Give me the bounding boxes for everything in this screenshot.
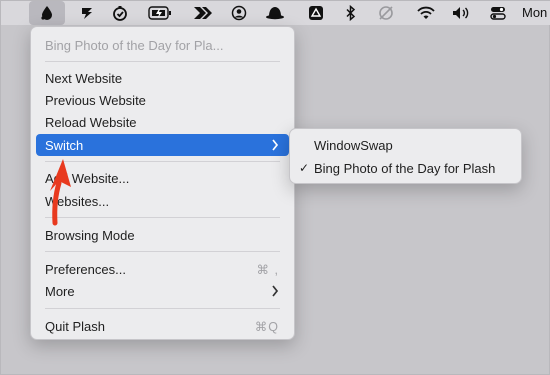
screen: Mon Bing Photo of the Day for Pla... Nex… <box>0 0 550 375</box>
menu-bar: Mon <box>1 1 550 25</box>
switch-submenu: WindowSwap ✓ Bing Photo of the Day for P… <box>289 128 522 184</box>
previous-website-label: Previous Website <box>45 92 146 108</box>
bowler-hat-icon[interactable] <box>264 3 286 23</box>
menu-separator <box>45 61 280 62</box>
next-website-label: Next Website <box>45 70 123 86</box>
submenu-item-windowswap[interactable]: WindowSwap <box>295 134 516 156</box>
submenu-item-bing-photo[interactable]: ✓ Bing Photo of the Day for Plash <box>295 157 516 179</box>
current-website-header: Bing Photo of the Day for Pla... <box>36 34 289 56</box>
reload-website-label: Reload Website <box>45 114 137 130</box>
quit-shortcut: ⌘Q <box>254 319 279 334</box>
chevron-right-icon <box>272 139 279 151</box>
wifi-icon[interactable] <box>415 3 437 23</box>
plash-drop-icon[interactable] <box>37 3 57 23</box>
menu-separator <box>45 308 280 309</box>
current-website-label: Bing Photo of the Day for Pla... <box>45 37 224 53</box>
preferences-label: Preferences... <box>45 261 126 277</box>
stopwatch-check-icon[interactable] <box>110 3 130 23</box>
checkmark-icon: ✓ <box>298 161 309 175</box>
next-website-item[interactable]: Next Website <box>36 67 289 89</box>
disabled-sync-icon[interactable] <box>376 3 396 23</box>
quit-plash-item[interactable]: Quit Plash ⌘Q <box>36 315 289 337</box>
user-circle-icon[interactable] <box>229 3 249 23</box>
more-label: More <box>45 283 75 299</box>
drive-triangle-icon[interactable] <box>306 3 326 23</box>
chevron-right-icon <box>272 285 279 297</box>
reload-website-item[interactable]: Reload Website <box>36 111 289 133</box>
volume-icon[interactable] <box>451 3 473 23</box>
menubar-clock[interactable]: Mon <box>522 5 547 20</box>
submenu-item-label: Bing Photo of the Day for Plash <box>314 160 496 176</box>
annotation-arrow-icon <box>50 159 71 226</box>
preferences-shortcut: ⌘ , <box>256 262 279 277</box>
battery-plug-icon[interactable] <box>147 3 173 23</box>
bluetooth-icon[interactable] <box>341 3 361 23</box>
submenu-item-label: WindowSwap <box>314 137 393 153</box>
more-item[interactable]: More <box>36 280 289 302</box>
preferences-item[interactable]: Preferences... ⌘ , <box>36 258 289 280</box>
stacked-s-icon[interactable] <box>77 3 97 23</box>
previous-website-item[interactable]: Previous Website <box>36 89 289 111</box>
control-center-icon[interactable] <box>487 3 509 23</box>
menu-separator <box>45 251 280 252</box>
quit-plash-label: Quit Plash <box>45 318 105 334</box>
forward-chevrons-icon[interactable] <box>192 3 214 23</box>
